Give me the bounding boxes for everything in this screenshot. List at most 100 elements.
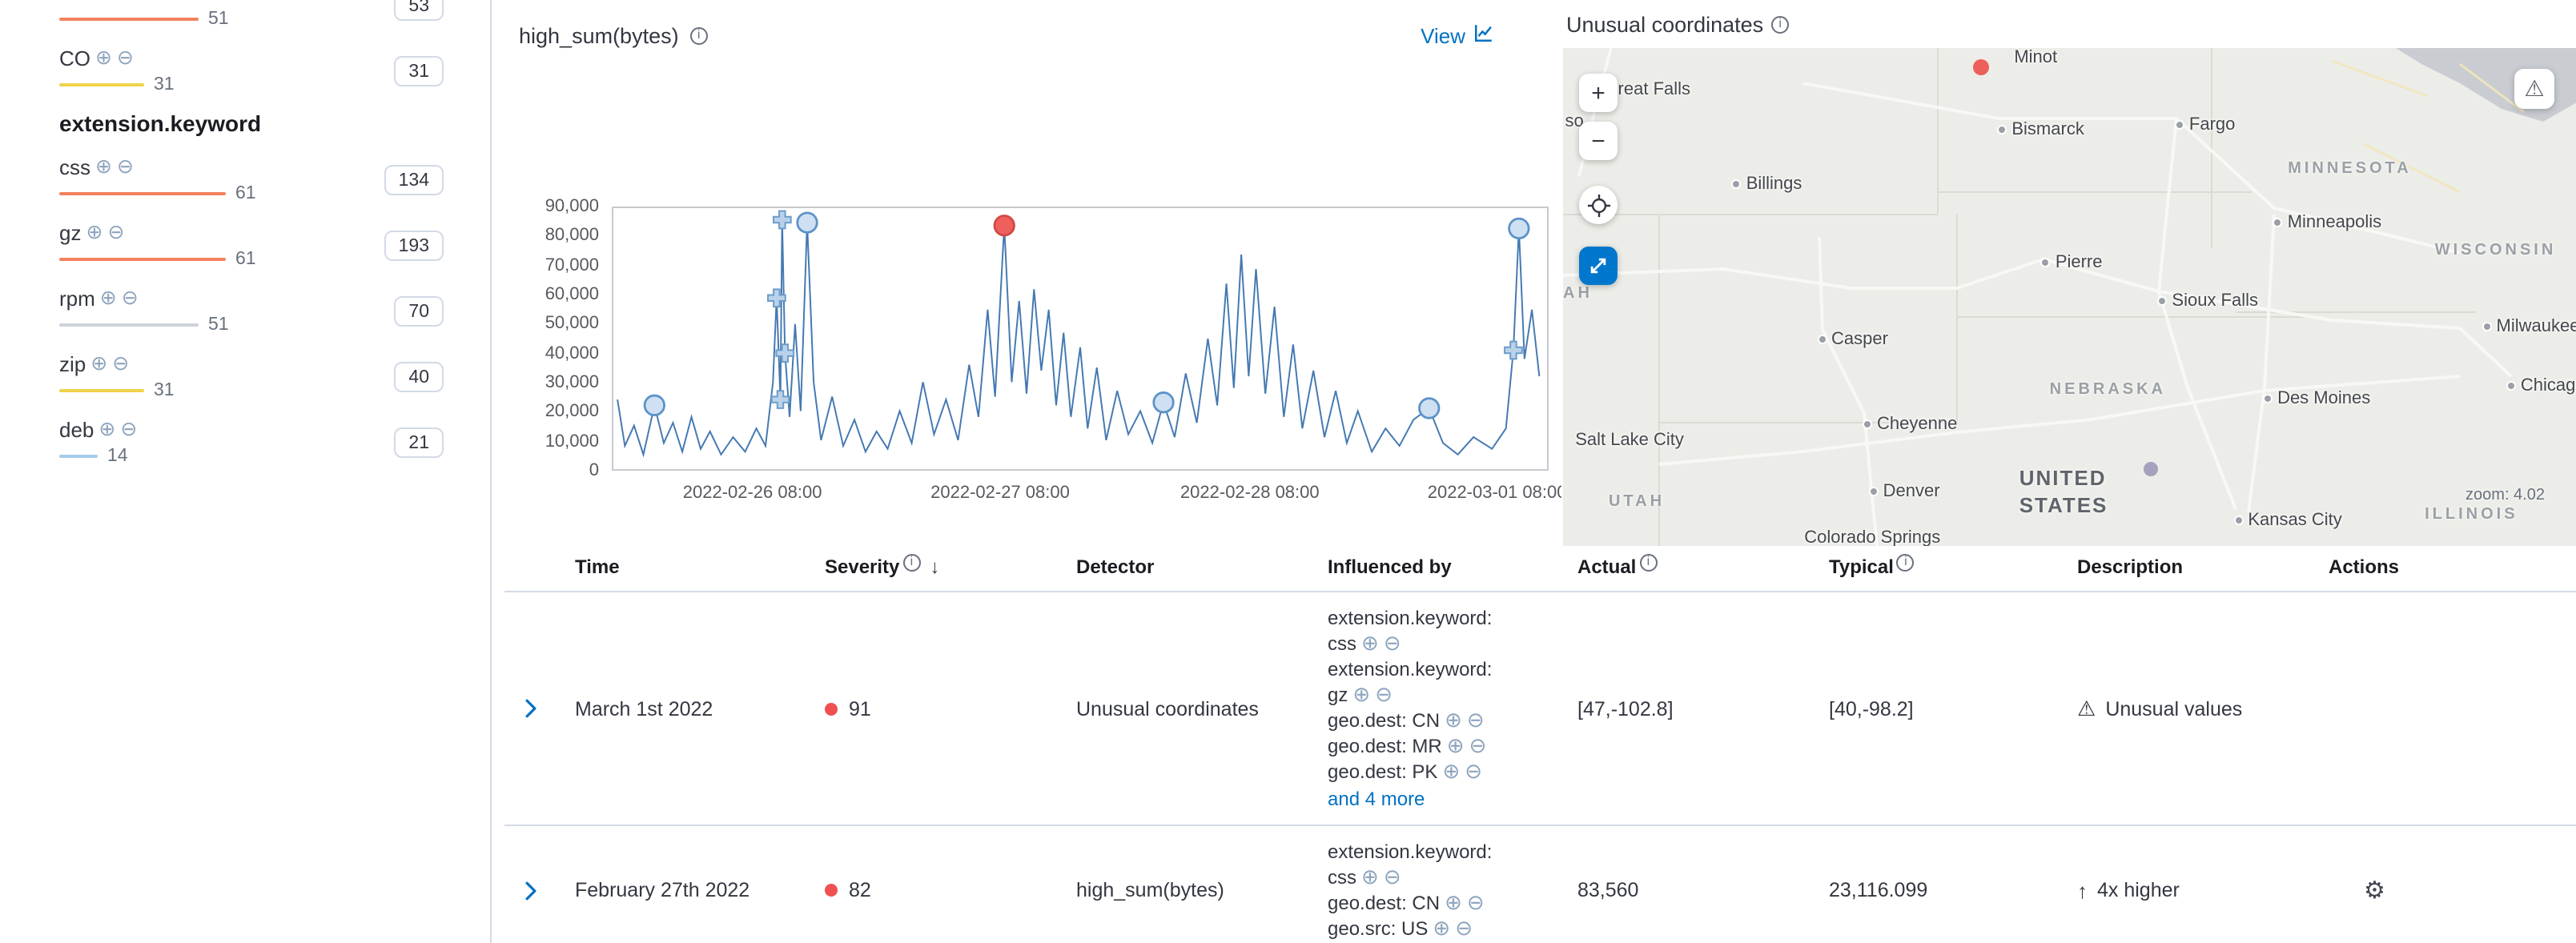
view-link[interactable]: View xyxy=(1421,22,1494,48)
x-tick-label: 2022-03-01 08:00 xyxy=(1428,484,1561,503)
chart-plot-svg xyxy=(613,208,1547,469)
warning-icon: ⚠ xyxy=(2524,75,2544,102)
anomaly-marker[interactable] xyxy=(645,395,664,415)
remove-filter-icon[interactable]: ⊖ xyxy=(112,354,129,374)
add-filter-icon[interactable]: ⊕ xyxy=(1447,733,1465,757)
add-filter-icon[interactable]: ⊕ xyxy=(1433,916,1450,940)
sort-desc-icon[interactable]: ↓ xyxy=(930,556,939,578)
expand-row-chevron-icon[interactable] xyxy=(520,880,541,901)
map-canvas[interactable]: Great FallssoMinotBismarckFargoBillingsM… xyxy=(1563,48,2576,546)
anomaly-marker[interactable] xyxy=(1509,219,1529,238)
typical-cell: [40,-98.2] xyxy=(1813,684,2061,732)
x-tick-label: 2022-02-26 08:00 xyxy=(683,484,822,503)
anomaly-chart-card: high_sum(bytes) i View 90,00080,00070,00… xyxy=(492,0,1561,552)
add-filter-icon[interactable]: ⊕ xyxy=(1361,631,1379,655)
info-icon[interactable]: i xyxy=(690,26,708,44)
influencer-label[interactable]: css xyxy=(59,154,90,179)
column-header-detector[interactable]: Detector xyxy=(1076,556,1154,578)
chart-header: high_sum(bytes) i View xyxy=(519,19,1561,51)
remove-filter-icon[interactable]: ⊖ xyxy=(1467,708,1485,732)
column-header-time[interactable]: Time xyxy=(575,556,620,578)
add-filter-icon[interactable]: ⊕ xyxy=(90,354,107,374)
add-filter-icon[interactable]: ⊕ xyxy=(64,0,81,2)
y-tick-label: 60,000 xyxy=(545,285,599,304)
map-warning-button[interactable]: ⚠ xyxy=(2514,69,2554,109)
info-icon[interactable]: i xyxy=(1771,15,1789,33)
influencer-text: extension.keyword: css xyxy=(1328,607,1492,655)
column-header-severity[interactable]: Severity xyxy=(825,556,899,578)
remove-filter-icon[interactable]: ⊖ xyxy=(117,157,134,177)
time-cell: March 1st 2022 xyxy=(559,684,809,732)
column-header-influenced-by[interactable]: Influenced by xyxy=(1328,556,1452,578)
remove-filter-icon[interactable]: ⊖ xyxy=(1384,631,1401,655)
influencer-entry: extension.keyword: css⊕⊖ xyxy=(1328,605,1536,656)
zoom-in-button[interactable]: + xyxy=(1579,74,1618,112)
remove-filter-icon[interactable]: ⊖ xyxy=(117,48,134,68)
view-link-label: View xyxy=(1421,23,1465,47)
city-dot xyxy=(1871,488,1877,494)
city-name: Denver xyxy=(1883,481,1940,500)
info-icon[interactable]: i xyxy=(1897,553,1915,571)
remove-filter-icon[interactable]: ⊖ xyxy=(120,419,137,439)
multi-bucket-anomaly-marker[interactable] xyxy=(772,391,790,408)
add-filter-icon[interactable]: ⊕ xyxy=(1445,890,1462,914)
influencer-total-badge: 31 xyxy=(394,56,444,86)
remove-filter-icon[interactable]: ⊖ xyxy=(1467,890,1485,914)
add-filter-icon[interactable]: ⊕ xyxy=(100,288,117,308)
influencer-label[interactable]: rpm xyxy=(59,286,95,310)
influencer-item: deb⊕⊖1421 xyxy=(59,415,444,469)
add-filter-icon[interactable]: ⊕ xyxy=(1445,708,1462,732)
add-filter-icon[interactable]: ⊕ xyxy=(86,223,102,243)
expand-row-chevron-icon[interactable] xyxy=(520,698,541,719)
typical-location-marker[interactable] xyxy=(2144,462,2158,476)
multi-bucket-anomaly-marker[interactable] xyxy=(774,211,791,229)
influencer-label-row: deb⊕⊖ xyxy=(59,415,444,443)
column-header-typical[interactable]: Typical xyxy=(1829,556,1894,578)
info-icon[interactable]: i xyxy=(902,553,920,571)
remove-filter-icon[interactable]: ⊖ xyxy=(1469,733,1487,757)
column-header-actual[interactable]: Actual xyxy=(1577,556,1636,578)
add-filter-icon[interactable]: ⊕ xyxy=(1442,759,1460,783)
map-city-label: Minot xyxy=(2014,48,2057,67)
add-filter-icon[interactable]: ⊕ xyxy=(1361,865,1379,889)
add-filter-icon[interactable]: ⊕ xyxy=(98,419,115,439)
influencer-label[interactable]: CO xyxy=(59,46,90,70)
column-header-actions[interactable]: Actions xyxy=(2329,556,2399,578)
add-filter-icon[interactable]: ⊕ xyxy=(1352,682,1370,706)
multi-bucket-anomaly-marker[interactable] xyxy=(1505,342,1522,359)
column-header-description[interactable]: Description xyxy=(2077,556,2183,578)
map-city-label: Milwaukee xyxy=(2484,317,2576,336)
zoom-out-button[interactable]: − xyxy=(1579,122,1618,160)
set-view-crosshair-button[interactable] xyxy=(1579,186,1618,224)
influencers-extension-group: css⊕⊖61134gz⊕⊖61193rpm⊕⊖5170zip⊕⊖3140deb… xyxy=(59,152,490,469)
remove-filter-icon[interactable]: ⊖ xyxy=(1375,682,1392,706)
city-dot xyxy=(2508,383,2514,390)
influencer-label[interactable]: gz xyxy=(59,220,81,244)
critical-anomaly-marker[interactable] xyxy=(995,215,1014,235)
anomaly-marker[interactable] xyxy=(1419,399,1438,418)
remove-filter-icon[interactable]: ⊖ xyxy=(1455,916,1473,940)
remove-filter-icon[interactable]: ⊖ xyxy=(1384,865,1401,889)
add-filter-icon[interactable]: ⊕ xyxy=(95,157,112,177)
y-tick-label: 50,000 xyxy=(545,315,599,334)
severity-cell: 91 xyxy=(809,684,1060,732)
severity-cell: 82 xyxy=(809,866,1060,914)
info-icon[interactable]: i xyxy=(1639,553,1657,571)
anomaly-location-marker[interactable] xyxy=(1974,60,1990,76)
remove-filter-icon[interactable]: ⊖ xyxy=(1465,759,1482,783)
row-actions-gear-button[interactable]: ⚙ xyxy=(2364,878,2385,902)
add-filter-icon[interactable]: ⊕ xyxy=(95,48,112,68)
y-tick-label: 70,000 xyxy=(545,255,599,275)
influencer-label[interactable]: deb xyxy=(59,417,94,441)
expand-map-button[interactable] xyxy=(1579,247,1618,285)
and-more-link[interactable]: and 4 more xyxy=(1328,786,1536,812)
influencer-text: extension.keyword: css xyxy=(1328,841,1492,889)
anomaly-marker[interactable] xyxy=(798,213,817,232)
influencer-label[interactable]: zip xyxy=(59,351,86,375)
remove-filter-icon[interactable]: ⊖ xyxy=(86,0,102,2)
multi-bucket-anomaly-marker[interactable] xyxy=(768,289,786,307)
remove-filter-icon[interactable]: ⊖ xyxy=(122,288,139,308)
remove-filter-icon[interactable]: ⊖ xyxy=(107,223,124,243)
anomaly-marker[interactable] xyxy=(1154,392,1173,411)
city-name: Kansas City xyxy=(2248,511,2341,530)
